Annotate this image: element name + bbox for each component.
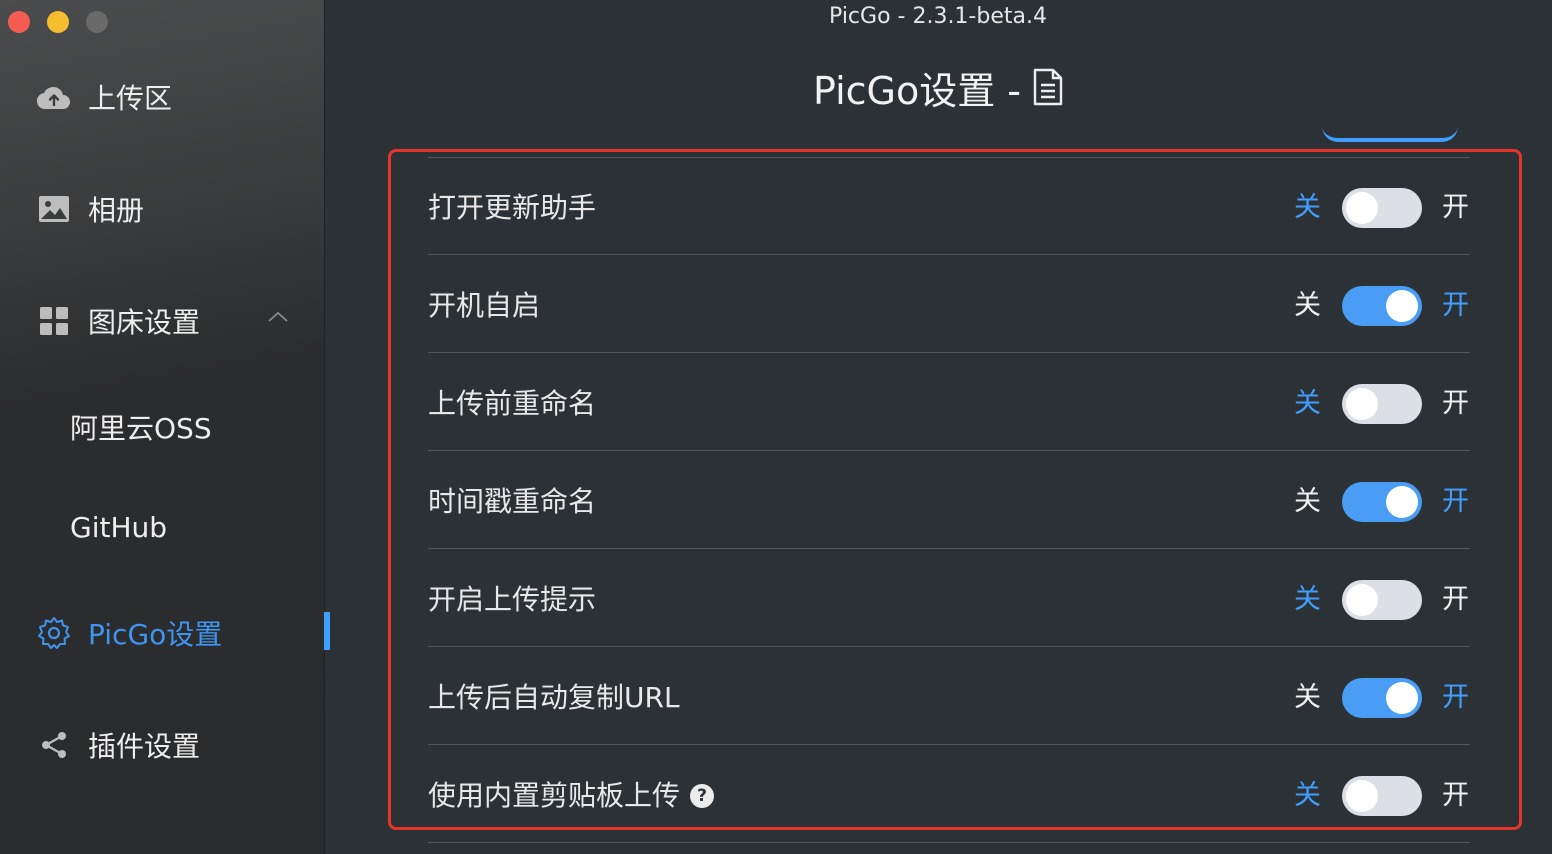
toggle-switch[interactable] (1342, 482, 1422, 522)
divider (428, 744, 1470, 745)
switch-off-label[interactable]: 关 (1294, 472, 1321, 532)
toggle-switch[interactable] (1342, 188, 1422, 228)
switch-on-label[interactable]: 开 (1442, 570, 1469, 630)
sidebar-item-label: 插件设置 (88, 730, 201, 763)
switch-knob (1346, 584, 1378, 616)
cloud-upload-icon (36, 79, 72, 115)
sidebar-item-aliyun-oss[interactable]: 阿里云OSS (0, 397, 324, 457)
setting-label: 开启上传提示 (428, 583, 597, 616)
toggle-switch[interactable] (1342, 384, 1422, 424)
sidebar-item-github[interactable]: GitHub (0, 497, 324, 557)
switch-on-label[interactable]: 开 (1442, 668, 1469, 728)
switch-off-label[interactable]: 关 (1294, 766, 1321, 826)
setting-row: 使用内置剪贴板上传 ? 关 开 (428, 766, 1470, 826)
setting-row: 时间戳重命名 关 开 (428, 472, 1470, 532)
divider (428, 157, 1470, 158)
switch-knob (1346, 780, 1378, 812)
setting-row: 上传后自动复制URL 关 开 (428, 668, 1470, 728)
toggle-switch[interactable] (1342, 678, 1422, 718)
scroll-indicator (1322, 126, 1458, 142)
setting-row: 上传前重命名 关 开 (428, 374, 1470, 434)
sidebar-item-label: 上传区 (88, 82, 173, 115)
window-title: PicGo - 2.3.1-beta.4 (829, 4, 1047, 29)
switch-off-label[interactable]: 关 (1294, 668, 1321, 728)
divider (428, 646, 1470, 647)
sidebar-item-plugin-settings[interactable]: 插件设置 (0, 715, 324, 775)
divider (428, 254, 1470, 255)
grid-icon (36, 303, 72, 339)
page-title: PicGo设置 - (324, 62, 1552, 113)
sidebar-item-label: 相册 (88, 194, 145, 227)
setting-row: 开机自启 关 开 (428, 276, 1470, 336)
sidebar-item-picgo-settings[interactable]: PicGo设置 (0, 603, 324, 663)
setting-label: 时间戳重命名 (428, 485, 597, 518)
switch-knob (1386, 290, 1418, 322)
divider (428, 450, 1470, 451)
setting-label: 上传后自动复制URL (428, 681, 680, 714)
sidebar-item-label: PicGo设置 (88, 618, 223, 651)
sidebar-item-label: 图床设置 (88, 306, 201, 339)
switch-knob (1346, 388, 1378, 420)
sidebar-item-gallery[interactable]: 相册 (0, 179, 324, 239)
document-icon[interactable] (1033, 68, 1063, 106)
switch-knob (1346, 192, 1378, 224)
switch-off-label[interactable]: 关 (1294, 276, 1321, 336)
close-window-button[interactable] (8, 11, 30, 33)
switch-on-label[interactable]: 开 (1442, 276, 1469, 336)
switch-on-label[interactable]: 开 (1442, 178, 1469, 238)
switch-off-label[interactable]: 关 (1294, 570, 1321, 630)
divider (428, 548, 1470, 549)
setting-label: 上传前重命名 (428, 387, 597, 420)
toggle-switch[interactable] (1342, 580, 1422, 620)
setting-label-wrap: 使用内置剪贴板上传 ? (428, 766, 715, 826)
setting-label: 开机自启 (428, 289, 541, 322)
sidebar-item-label: GitHub (70, 510, 168, 544)
setting-row: 打开更新助手 关 开 (428, 178, 1470, 238)
page-title-text: PicGo设置 - (812, 68, 1022, 113)
switch-knob (1386, 486, 1418, 518)
gear-icon (36, 615, 72, 651)
picture-icon (36, 191, 72, 227)
divider (428, 352, 1470, 353)
switch-off-label[interactable]: 关 (1294, 374, 1321, 434)
toggle-switch[interactable] (1342, 776, 1422, 816)
minimize-window-button[interactable] (47, 11, 69, 33)
sidebar-item-label: 阿里云OSS (70, 412, 212, 445)
switch-on-label[interactable]: 开 (1442, 374, 1469, 434)
divider (428, 842, 1470, 843)
setting-label: 打开更新助手 (428, 191, 597, 224)
setting-row: 开启上传提示 关 开 (428, 570, 1470, 630)
share-icon (36, 727, 72, 763)
switch-off-label[interactable]: 关 (1294, 178, 1321, 238)
switch-on-label[interactable]: 开 (1442, 766, 1469, 826)
setting-label: 使用内置剪贴板上传 (428, 779, 681, 812)
chevron-up-icon[interactable] (266, 305, 290, 329)
switch-on-label[interactable]: 开 (1442, 472, 1469, 532)
sidebar: 上传区 相册 图床设置 阿里云OSS GitHub PicGo设置 插件设置 (0, 0, 325, 854)
active-indicator (324, 612, 330, 650)
sidebar-item-upload[interactable]: 上传区 (0, 67, 324, 127)
toggle-switch[interactable] (1342, 286, 1422, 326)
help-icon[interactable]: ? (690, 784, 715, 808)
switch-knob (1386, 682, 1418, 714)
zoom-window-button[interactable] (86, 11, 108, 33)
